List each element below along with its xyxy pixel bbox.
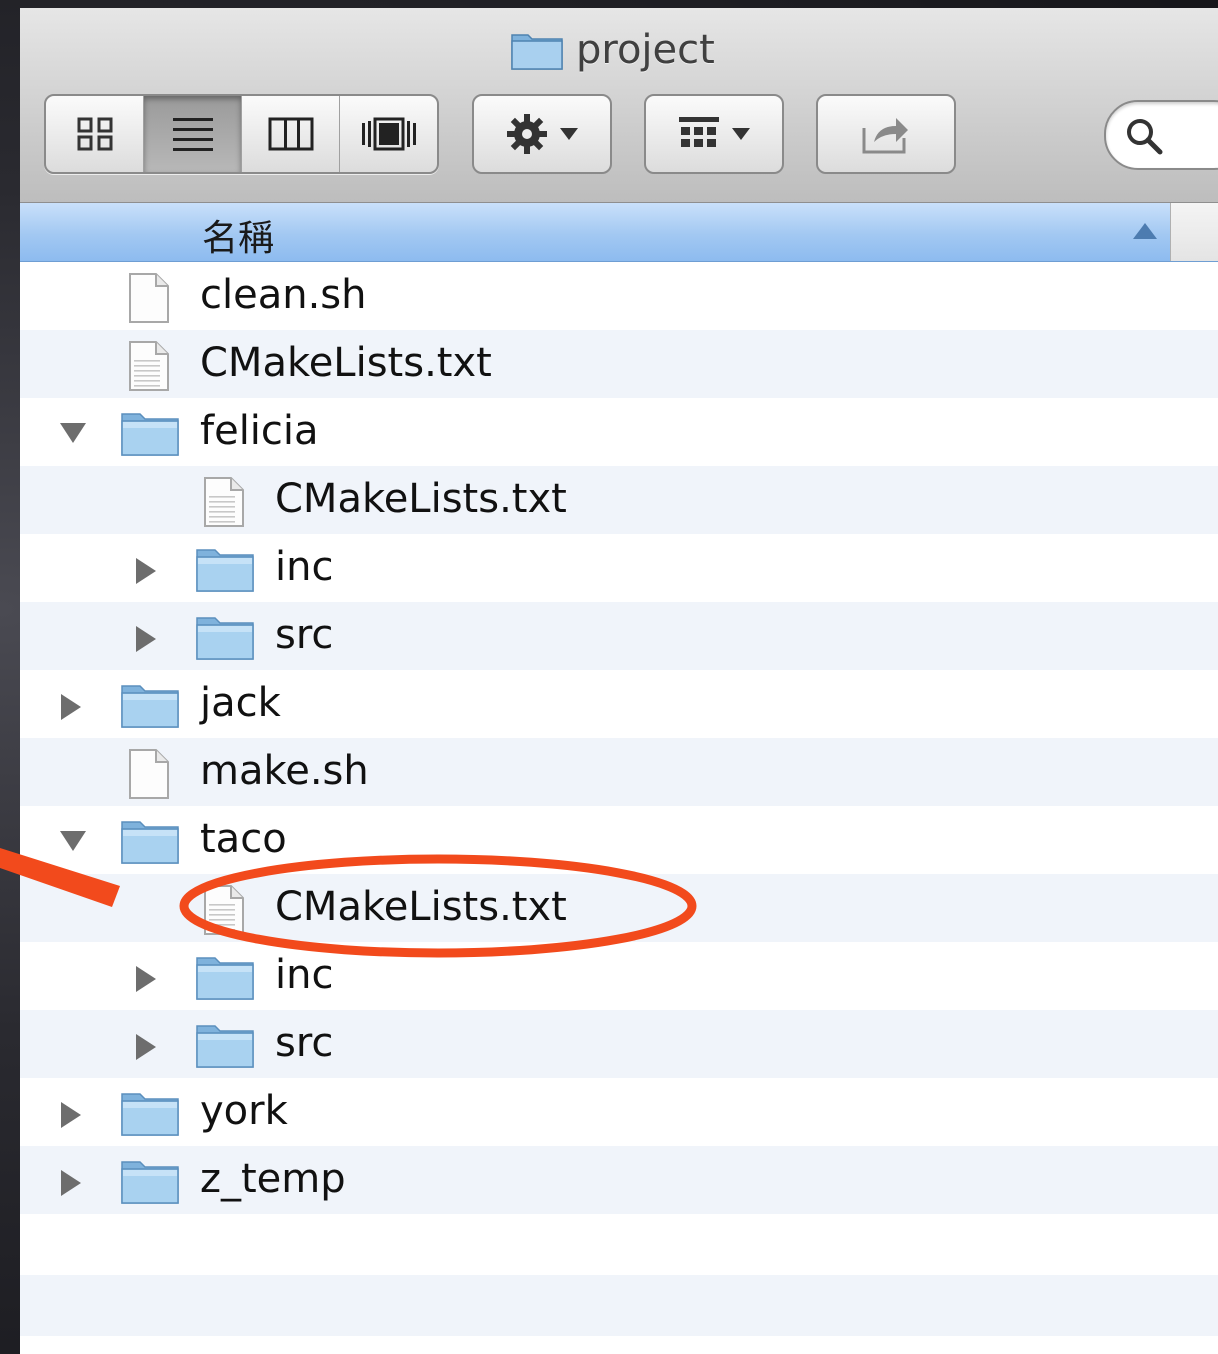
item-name: clean.sh (200, 272, 367, 318)
folder-row[interactable]: src (20, 1010, 1218, 1078)
file-icon (126, 272, 172, 328)
disclosure-expanded-icon[interactable] (58, 828, 88, 858)
folder-icon (120, 816, 180, 870)
list-header: 名稱 (20, 203, 1218, 262)
grid-icon (77, 117, 112, 151)
text-file-icon (126, 340, 172, 396)
folder-row[interactable]: jack (20, 670, 1218, 738)
name-column-header[interactable]: 名稱 (202, 209, 274, 261)
disclosure-collapsed-icon[interactable] (133, 1032, 159, 1066)
window-title-text: project (576, 27, 715, 73)
disclosure-collapsed-icon[interactable] (58, 692, 84, 726)
folder-row[interactable]: taco (20, 806, 1218, 874)
toolbar: project (20, 8, 1218, 203)
item-name: inc (275, 952, 334, 998)
folder-row[interactable]: inc (20, 942, 1218, 1010)
item-name: york (200, 1088, 288, 1134)
share-icon (862, 118, 908, 154)
file-icon (126, 748, 172, 804)
folder-icon (195, 612, 255, 666)
item-name: CMakeLists.txt (275, 884, 567, 930)
file-row[interactable]: make.sh (20, 738, 1218, 806)
header-filler (1170, 203, 1218, 261)
icon-view-button[interactable] (46, 96, 144, 172)
folder-row[interactable]: src (20, 602, 1218, 670)
file-row[interactable]: CMakeLists.txt (20, 874, 1218, 942)
folder-icon (120, 1156, 180, 1210)
item-name: jack (200, 680, 281, 726)
file-row[interactable]: CMakeLists.txt (20, 330, 1218, 398)
columns-icon (268, 117, 313, 151)
folder-icon (195, 1020, 255, 1074)
folder-icon (195, 544, 255, 598)
item-name: z_temp (200, 1156, 346, 1202)
folder-icon (120, 680, 180, 734)
coverflow-view-button[interactable] (340, 96, 437, 172)
folder-icon (120, 408, 180, 462)
folder-row[interactable]: felicia (20, 398, 1218, 466)
empty-row (20, 1275, 1218, 1336)
chevron-down-icon (732, 128, 750, 140)
chevron-down-icon (560, 128, 578, 140)
share-button[interactable] (816, 94, 956, 174)
list-icon (172, 118, 213, 151)
item-name: src (275, 612, 334, 658)
window-title: project (510, 20, 715, 80)
search-field[interactable] (1104, 100, 1218, 170)
list-view-button[interactable] (144, 96, 242, 172)
disclosure-collapsed-icon[interactable] (133, 964, 159, 998)
finder-window: project 名稱 clean.sh CMakeLists.txt felic… (20, 8, 1218, 1354)
arrange-menu-button[interactable] (644, 94, 784, 174)
gear-icon (507, 114, 547, 154)
view-mode-control (44, 94, 439, 174)
item-name: inc (275, 544, 334, 590)
item-name: make.sh (200, 748, 369, 794)
file-list: clean.sh CMakeLists.txt felicia CMakeLists.… (20, 262, 1218, 1354)
item-name: felicia (200, 408, 319, 454)
folder-row[interactable]: york (20, 1078, 1218, 1146)
folder-row[interactable]: z_temp (20, 1146, 1218, 1214)
empty-row (20, 1214, 1218, 1275)
folder-icon (120, 1088, 180, 1142)
folder-icon (195, 952, 255, 1006)
sort-ascending-icon[interactable] (1132, 221, 1158, 241)
column-view-button[interactable] (242, 96, 340, 172)
disclosure-expanded-icon[interactable] (58, 420, 88, 450)
item-name: CMakeLists.txt (275, 476, 567, 522)
disclosure-collapsed-icon[interactable] (58, 1100, 84, 1134)
text-file-icon (201, 884, 247, 940)
item-name: src (275, 1020, 334, 1066)
file-row[interactable]: CMakeLists.txt (20, 466, 1218, 534)
action-menu-button[interactable] (472, 94, 612, 174)
search-icon (1127, 119, 1163, 155)
coverflow-icon (361, 117, 416, 151)
item-name: taco (200, 816, 287, 862)
empty-row (20, 1336, 1218, 1354)
disclosure-collapsed-icon[interactable] (58, 1168, 84, 1202)
file-row[interactable]: clean.sh (20, 262, 1218, 330)
folder-icon (511, 34, 563, 70)
disclosure-collapsed-icon[interactable] (133, 556, 159, 590)
text-file-icon (201, 476, 247, 532)
disclosure-collapsed-icon[interactable] (133, 624, 159, 658)
arrange-icon (679, 117, 719, 147)
item-name: CMakeLists.txt (200, 340, 492, 386)
folder-row[interactable]: inc (20, 534, 1218, 602)
